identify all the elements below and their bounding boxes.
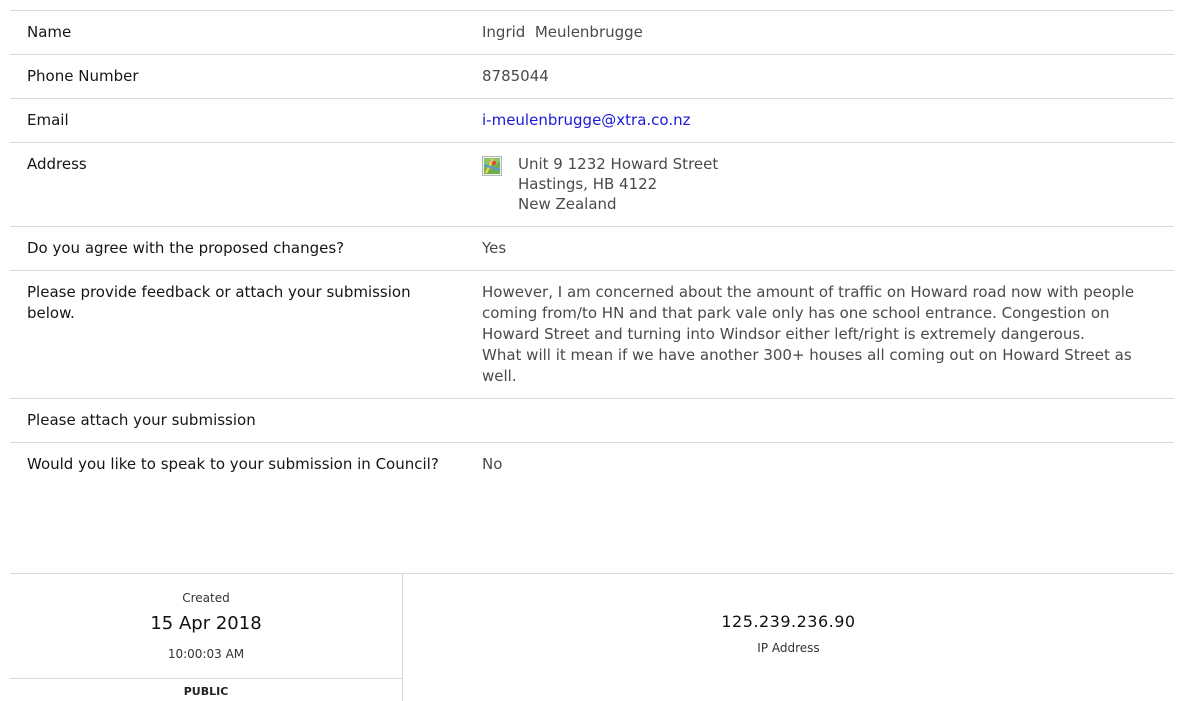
name-value: Ingrid Meulenbrugge [482,23,643,41]
row-speak: Would you like to speak to your submissi… [10,442,1174,486]
address-lines: Unit 9 1232 Howard Street Hastings, HB 4… [518,154,718,214]
email-value-cell: i-meulenbrugge@xtra.co.nz [482,110,1174,131]
row-name: Name Ingrid Meulenbrugge [10,10,1174,54]
ip-panel: 125.239.236.90 IP Address [403,574,1174,684]
email-link[interactable]: i-meulenbrugge@xtra.co.nz [482,111,691,129]
map-icon[interactable] [482,156,502,176]
phone-value: 8785044 [482,67,549,85]
attach-label: Please attach your submission [27,411,256,429]
address-line-3: New Zealand [518,195,617,213]
feedback-paragraph-1: However, I am concerned about the amount… [482,283,1135,343]
created-panel: Created 15 Apr 2018 10:00:03 AM PUBLIC [10,574,403,701]
agree-value: Yes [482,239,507,257]
name-label: Name [27,23,72,41]
row-agree: Do you agree with the proposed changes? … [10,226,1174,270]
submission-details-table: Name Ingrid Meulenbrugge Phone Number 87… [10,10,1174,486]
feedback-label: Please provide feedback or attach your s… [27,283,411,322]
agree-label: Do you agree with the proposed changes? [27,239,345,257]
row-email: Email i-meulenbrugge@xtra.co.nz [10,98,1174,142]
row-feedback: Please provide feedback or attach your s… [10,270,1174,398]
ip-address-label: IP Address [757,641,820,655]
attach-value [482,410,1174,431]
address-value: Unit 9 1232 Howard Street Hastings, HB 4… [482,154,1174,214]
created-time: 10:00:03 AM [167,647,245,661]
feedback-value: However, I am concerned about the amount… [482,282,1174,387]
created-date: 15 Apr 2018 [150,613,262,634]
speak-label: Would you like to speak to your submissi… [27,455,439,473]
address-label: Address [27,155,87,173]
ip-address-value: 125.239.236.90 [721,612,856,631]
row-phone: Phone Number 8785044 [10,54,1174,98]
speak-value: No [482,455,503,473]
address-line-2: Hastings, HB 4122 [518,175,658,193]
row-address: Address Unit 9 1232 Howard Street Hastin… [10,142,1174,226]
phone-label: Phone Number [27,67,139,85]
created-label: Created [182,591,230,605]
visibility-badge: PUBLIC [10,678,402,701]
address-line-1: Unit 9 1232 Howard Street [518,155,719,173]
submission-meta: Created 15 Apr 2018 10:00:03 AM PUBLIC 1… [10,573,1174,701]
feedback-paragraph-2: What will it mean if we have another 300… [482,346,1132,385]
row-attach: Please attach your submission [10,398,1174,442]
email-label: Email [27,111,69,129]
